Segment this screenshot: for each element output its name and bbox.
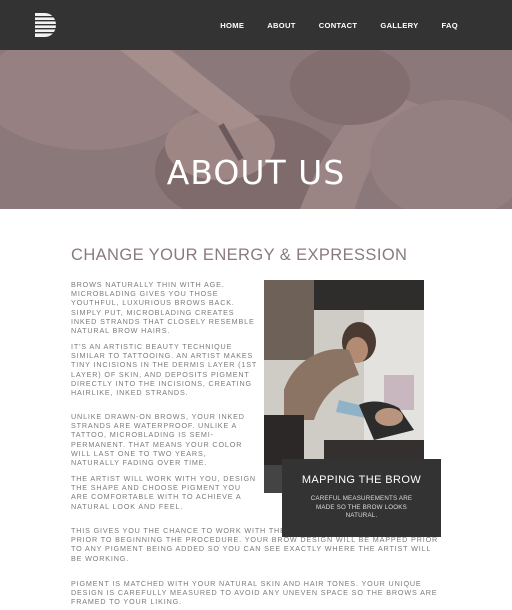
- paragraph-1: BROWS NATURALLY THIN WITH AGE. MICROBLAD…: [71, 280, 255, 336]
- nav-home-link[interactable]: HOME: [220, 21, 244, 30]
- nav-gallery-link[interactable]: GALLERY: [380, 21, 418, 30]
- main-menu: HOME ABOUT CONTACT GALLERY FAQ: [197, 0, 458, 50]
- paragraph-6: PIGMENT IS MATCHED WITH YOUR NATURAL SKI…: [71, 579, 438, 607]
- paragraph-4: THE ARTIST WILL WORK WITH YOU, DESIGN TH…: [71, 474, 256, 511]
- top-navigation-bar: HOME ABOUT CONTACT GALLERY FAQ: [0, 0, 512, 50]
- card-description: CAREFUL MEASUREMENTS ARE MADE SO THE BRO…: [310, 495, 413, 520]
- hero-banner: ABOUT US: [0, 50, 512, 209]
- striped-d-logo-icon[interactable]: [35, 13, 57, 37]
- nav-about-link[interactable]: ABOUT: [267, 21, 296, 30]
- nav-contact-link[interactable]: CONTACT: [319, 21, 358, 30]
- mapping-brow-card: MAPPING THE BROW CAREFUL MEASUREMENTS AR…: [282, 459, 441, 537]
- card-title: MAPPING THE BROW: [301, 474, 422, 486]
- paragraph-3: UNLIKE DRAWN-ON BROWS, YOUR INKED STRAND…: [71, 412, 245, 468]
- hero-title: ABOUT US: [166, 153, 346, 192]
- nav-faq-link[interactable]: FAQ: [441, 21, 458, 30]
- paragraph-2: IT'S AN ARTISTIC BEAUTY TECHNIQUE SIMILA…: [71, 342, 257, 398]
- section-heading: CHANGE YOUR ENERGY & EXPRESSION: [71, 246, 408, 264]
